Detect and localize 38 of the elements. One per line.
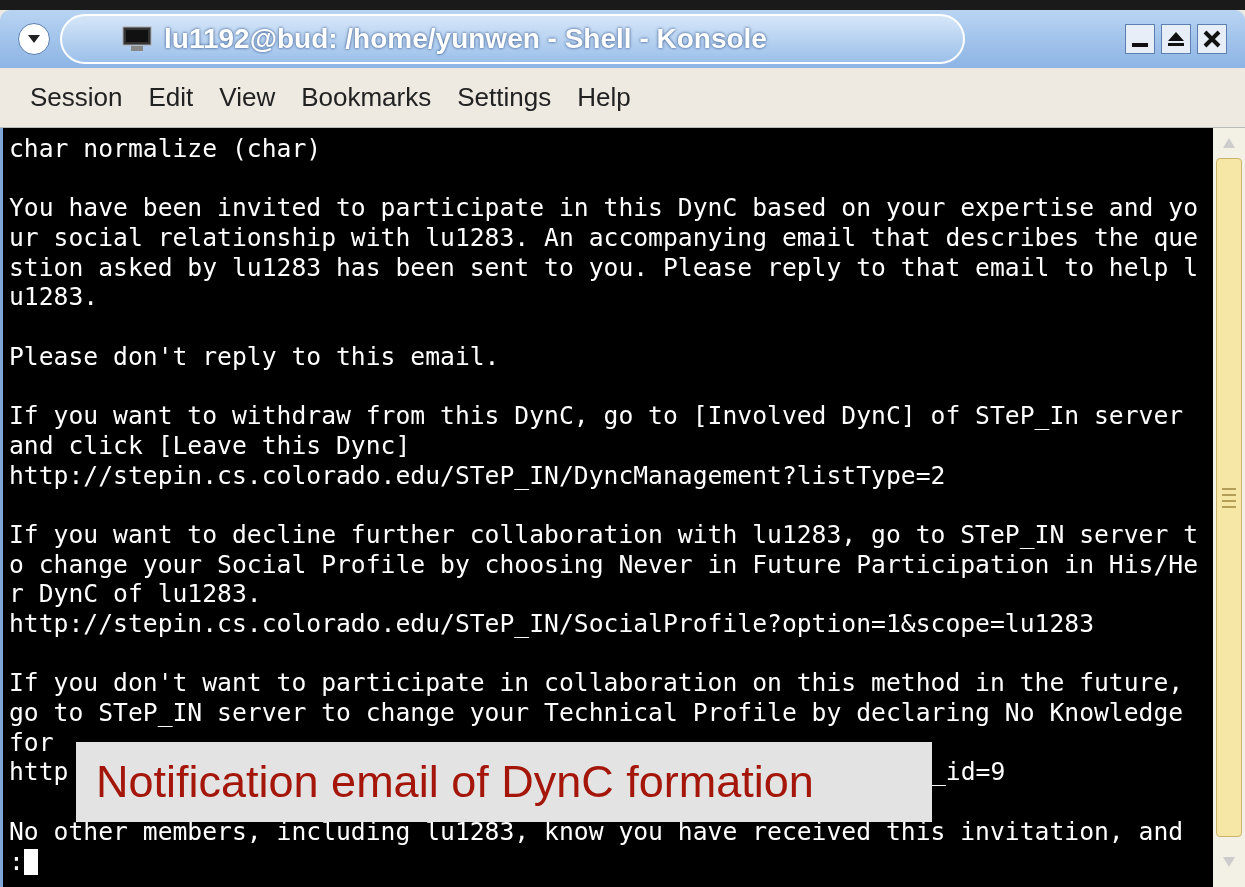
close-button[interactable]: [1197, 24, 1227, 54]
terminal-line: You have been invited to participate in this DynC based on your expertise and yo: [9, 193, 1199, 224]
terminal-line: ur social relationship with lu1283. An accompanying email that describes the que: [9, 223, 1199, 253]
terminal-line: go to STeP_IN server to change your Technical Profile by declaring No Knowledge: [9, 698, 1184, 728]
caption: Notification email of DynC formation: [76, 742, 932, 822]
scrollbar-thumb[interactable]: [1216, 158, 1242, 837]
menu-item[interactable]: Session: [18, 78, 135, 117]
close-icon: [1203, 30, 1221, 48]
menu-item[interactable]: Help: [565, 78, 643, 117]
menu-item[interactable]: View: [207, 78, 288, 117]
terminal-line: http: [9, 757, 69, 788]
terminal-line: o change your Social Profile by choosing Never in Future Participation in His/He: [9, 549, 1199, 580]
terminal-line: If you want to withdraw from this DynC, go to [Involved DynC] of STeP_In server: [9, 401, 1184, 431]
terminal-line: _id=9: [931, 757, 1006, 788]
monitor-icon: [122, 26, 152, 52]
terminal-line: stion asked by lu1283 has been sent to you. Please reply to that email to help l: [9, 252, 1199, 283]
terminal-line: for: [9, 727, 54, 758]
menu-item[interactable]: Bookmarks: [289, 78, 444, 117]
minimize-icon: [1132, 43, 1148, 47]
window-menu-button[interactable]: [18, 23, 50, 55]
terminal-line: http://stepin.cs.colorado.edu/STeP_IN/DyncManagement?listType=2: [9, 460, 946, 491]
terminal-line: http://stepin.cs.colorado.edu/STeP_IN/SocialProfile?option=1&scope=lu1283: [9, 609, 1094, 639]
scrollbar[interactable]: [1213, 128, 1245, 887]
maximize-button[interactable]: [1161, 24, 1191, 54]
terminal-line: :: [9, 846, 24, 877]
terminal-line: and click [Leave this Dync]: [9, 430, 411, 461]
terminal-line: u1283.: [9, 282, 99, 313]
terminal-line: If you want to decline further collaboration with lu1283, go to STeP_IN server t: [9, 519, 1199, 550]
terminal-line: Please don't reply to this email.: [9, 341, 500, 372]
minimize-button[interactable]: [1125, 24, 1155, 54]
terminal-line: char normalize (char): [9, 134, 322, 164]
terminal-line: If you don't want to participate in collaboration on this method in the future,: [9, 668, 1184, 699]
caret-icon: [27, 34, 41, 44]
maximize-icon: [1167, 31, 1185, 47]
terminal-line: r DynC of lu1283.: [9, 579, 262, 609]
window-title: lu1192@bud: /home/yunwen - Shell - Konsole: [164, 22, 767, 56]
menu-item[interactable]: Settings: [445, 78, 564, 117]
menu-item[interactable]: Edit: [136, 78, 206, 117]
